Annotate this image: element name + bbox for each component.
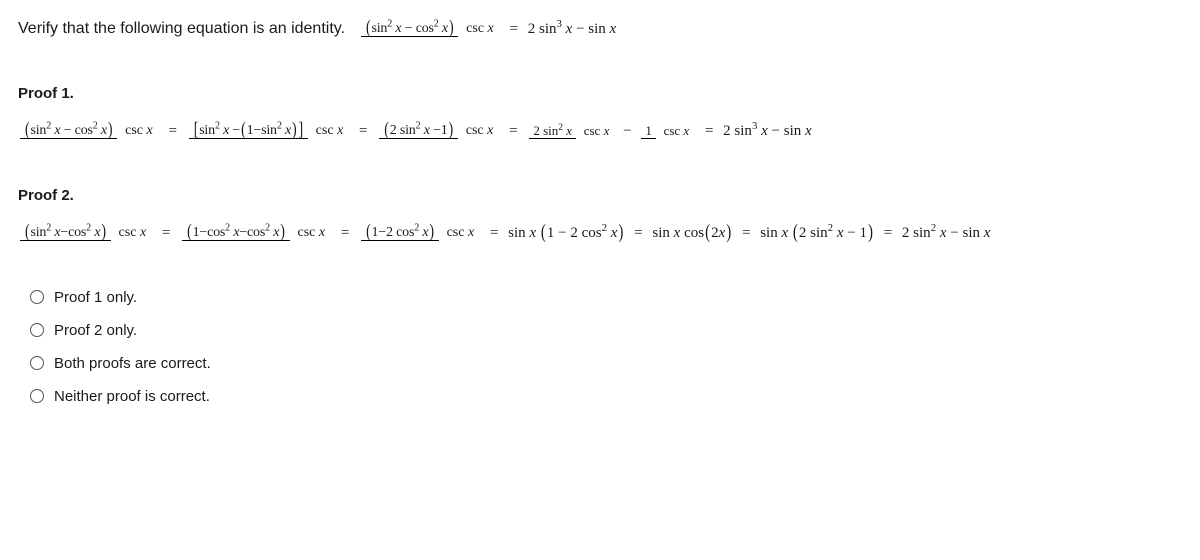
p1-s1-den: csc x [121, 123, 157, 138]
identity-equation: (sin2 x − cos2 x) csc x = 2 sin3 x − sin… [359, 20, 616, 39]
option-neither-correct[interactable]: Neither proof is correct. [30, 388, 1182, 405]
p1-s4-den: csc x [580, 123, 614, 138]
p1-s2-den: csc x [312, 123, 348, 138]
option-label: Both proofs are correct. [54, 355, 211, 372]
p1-s3-num: (2 sin2 x −1) [379, 123, 458, 139]
p2-s3-den: csc x [443, 225, 479, 240]
proof-2-equation: (sin2 x−cos2 x) csc x = (1−cos2 x−cos2 x… [18, 224, 1182, 243]
option-proof-2-only[interactable]: Proof 2 only. [30, 322, 1182, 339]
p1-s5-den: csc x [660, 123, 694, 138]
question-prompt: Verify that the following equation is an… [18, 20, 345, 38]
p1-s4-num: 2 sin2 x [529, 123, 576, 139]
option-label: Proof 2 only. [54, 322, 137, 339]
option-label: Proof 1 only. [54, 289, 137, 306]
radio-icon[interactable] [30, 323, 44, 337]
radio-icon[interactable] [30, 290, 44, 304]
p2-s4: sin x (1 − 2 cos2 x) [508, 225, 624, 242]
p1-s3-den: csc x [462, 123, 498, 138]
p1-s2-num: [sin2 x −(1−sin2 x)] [189, 123, 308, 139]
proof-1-equation: (sin2 x − cos2 x) csc x = [sin2 x −(1−si… [18, 122, 1182, 141]
radio-icon[interactable] [30, 389, 44, 403]
answer-options: Proof 1 only. Proof 2 only. Both proofs … [18, 289, 1182, 405]
p2-s5: sin x cos(2x) [652, 225, 732, 242]
radio-icon[interactable] [30, 356, 44, 370]
proof-1-title: Proof 1. [18, 85, 1182, 102]
p1-s1-num: (sin2 x − cos2 x) [20, 123, 117, 139]
p2-s2-num: (1−cos2 x−cos2 x) [182, 225, 290, 241]
p1-s5-num: 1 [641, 123, 656, 139]
p2-s2-den: csc x [293, 225, 329, 240]
p2-s3-num: (1−2 cos2 x) [361, 225, 439, 241]
identity-lhs-den: csc x [462, 21, 498, 36]
identity-lhs-num: (sin2 x − cos2 x) [361, 21, 458, 37]
option-label: Neither proof is correct. [54, 388, 210, 405]
option-proof-1-only[interactable]: Proof 1 only. [30, 289, 1182, 306]
option-both-correct[interactable]: Both proofs are correct. [30, 355, 1182, 372]
proof-1: Proof 1. (sin2 x − cos2 x) csc x = [sin2… [18, 85, 1182, 141]
p2-s1-den: csc x [115, 225, 151, 240]
question-prompt-row: Verify that the following equation is an… [18, 20, 1182, 39]
p1-s6: 2 sin3 x − sin x [723, 123, 811, 140]
p2-s7: 2 sin2 x − sin x [902, 225, 990, 242]
proof-2: Proof 2. (sin2 x−cos2 x) csc x = (1−cos2… [18, 187, 1182, 243]
p2-s1-num: (sin2 x−cos2 x) [20, 225, 111, 241]
proof-2-title: Proof 2. [18, 187, 1182, 204]
p2-s6: sin x (2 sin2 x − 1) [760, 225, 874, 242]
identity-rhs: 2 sin3 x − sin x [528, 21, 616, 38]
